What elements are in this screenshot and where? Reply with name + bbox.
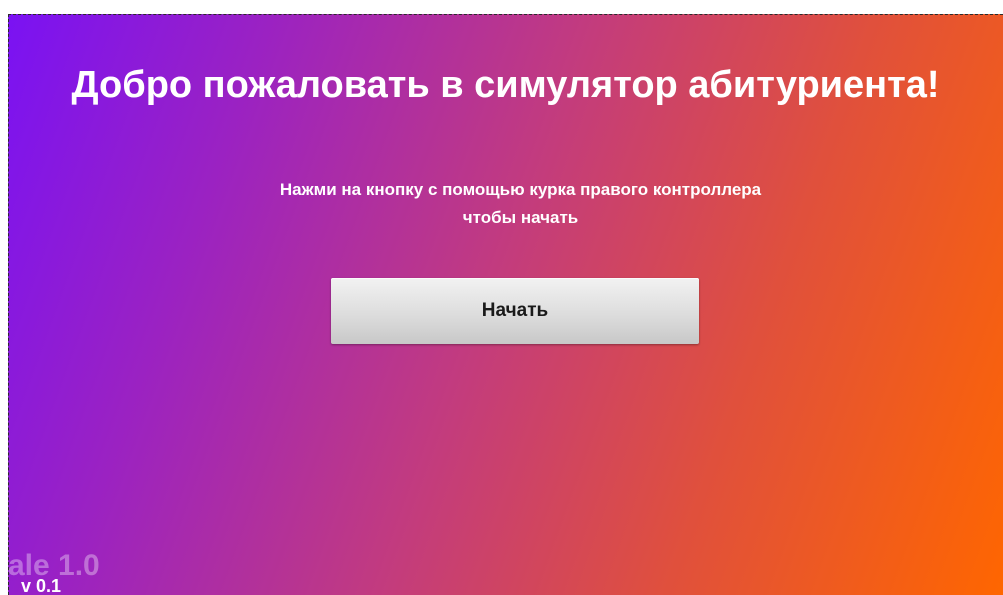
version-label: v 0.1 — [21, 576, 62, 595]
welcome-title: Добро пожаловать в симулятор абитуриента… — [71, 64, 940, 106]
top-dashed-border — [8, 14, 1003, 15]
left-dashed-border — [8, 14, 9, 595]
instruction-line-1: Нажми на кнопку с помощью курка правого … — [279, 180, 762, 199]
instruction-line-2: чтобы начать — [462, 208, 579, 227]
instruction-text: Нажми на кнопку с помощью курка правого … — [8, 176, 1003, 232]
app-window: Добро пожаловать в симулятор абитуриента… — [0, 0, 1003, 595]
start-button[interactable]: Начать — [331, 278, 699, 344]
welcome-panel: Добро пожаловать в симулятор абитуриента… — [8, 14, 1003, 595]
